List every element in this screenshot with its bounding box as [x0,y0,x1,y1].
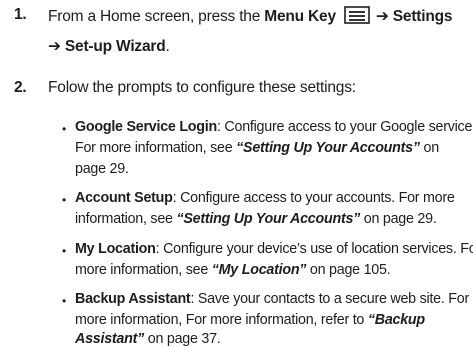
step-number: 2. [14,79,27,96]
bullet-text: : Save your contacts to a secure web sit… [190,291,469,307]
bullet-title: Google Service Login [75,119,217,135]
bullet-text: : Configure access to your accounts. For… [172,190,455,206]
bullet-google-line-1: Google Service Login: Configure access t… [75,119,473,135]
bullet-dot: • [62,122,67,136]
step-text: From a Home screen, press the [48,8,265,25]
step-1-line-2: ➔ Set-up Wizard. [48,37,170,56]
bullet-text: : Configure access to your Google servic… [216,119,473,135]
cross-reference-link[interactable]: “My Location” [212,262,307,278]
bullet-location-line-2: more information, see “My Location” on p… [75,262,391,278]
bullet-location-line-1: My Location: Configure your device’s use… [75,241,473,257]
period: . [165,38,170,55]
bullet-account-line-2: information, see “Setting Up Your Accoun… [75,211,437,227]
bullet-backup-line-2: more information, For more information, … [75,312,425,328]
bullet-text: For more information, see [75,140,237,156]
bullet-dot: • [62,244,67,258]
menu-key-label: Menu Key [264,8,336,25]
manual-page: 1. From a Home screen, press the Menu Ke… [0,0,473,347]
bullet-google-line-2: For more information, see “Setting Up Yo… [75,140,439,156]
arrow-symbol: ➔ [375,8,389,25]
cross-reference-link[interactable]: Assistant” [75,331,144,347]
setup-wizard-label: Set-up Wizard [64,38,166,55]
bullet-title: My Location [75,241,156,257]
bullet-text: on page 105. [306,262,391,278]
step-2-text: Folow the prompts to configure these set… [48,79,356,96]
bullet-text: on page 37. [144,331,221,347]
bullet-text: more information, see [75,262,212,278]
step-1-line-1: From a Home screen, press the Menu Key ➔… [48,6,453,26]
cross-reference-link[interactable]: “Setting Up Your Accounts” [236,140,420,156]
bullet-text: on page 29. [360,211,437,227]
bullet-text: information, see [75,211,177,227]
arrow-symbol: ➔ [48,38,61,55]
bullet-backup-line-3: Assistant” on page 37. [75,331,221,347]
cross-reference-link[interactable]: “Backup [368,312,425,328]
cross-reference-link[interactable]: “Setting Up Your Accounts” [176,211,360,227]
bullet-title: Account Setup [75,190,173,206]
bullet-google-line-3: page 29. [75,161,129,177]
bullet-dot: • [62,294,67,308]
bullet-title: Backup Assistant [75,291,191,307]
bullet-text: : Configure your device’s use of locatio… [155,241,473,257]
settings-label: Settings [392,8,453,25]
bullet-text: more information, For more information, … [75,312,368,328]
bullet-backup-line-1: Backup Assistant: Save your contacts to … [75,291,469,307]
step-number: 1. [14,6,27,23]
menu-key-icon [344,6,370,24]
bullet-dot: • [62,193,67,207]
bullet-account-line-1: Account Setup: Configure access to your … [75,190,455,206]
bullet-text: on [419,140,439,156]
